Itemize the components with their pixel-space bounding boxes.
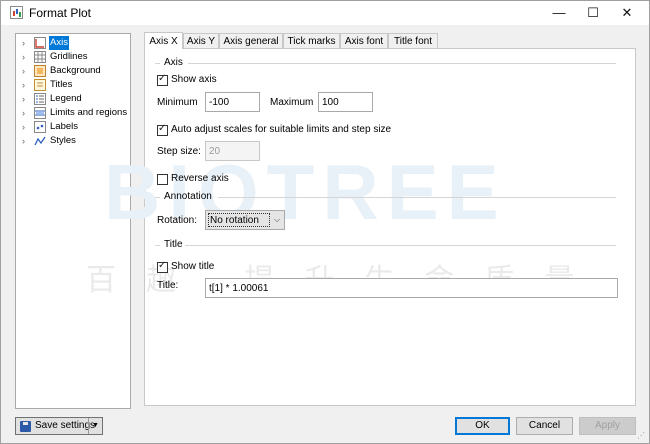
chevron-down-icon[interactable]: ▼ xyxy=(88,418,102,434)
tab-axis-general[interactable]: Axis general xyxy=(219,33,283,49)
legend-icon xyxy=(34,93,46,105)
title-label: Title: xyxy=(157,280,179,291)
reverse-axis-label: Reverse axis xyxy=(171,173,229,184)
auto-adjust-label: Auto adjust scales for suitable limits a… xyxy=(171,124,392,135)
auto-adjust-checkbox[interactable] xyxy=(157,123,168,136)
format-plot-dialog: Format Plot — ☐ ✕ › Axis › Gridlines › B… xyxy=(0,0,650,444)
gridlines-icon xyxy=(34,51,46,63)
window-title: Format Plot xyxy=(29,6,92,20)
tree-item-label: Styles xyxy=(50,135,76,146)
background-icon xyxy=(34,65,46,77)
show-axis-label: Show axis xyxy=(171,74,217,85)
chevron-right-icon[interactable]: › xyxy=(22,36,30,50)
ok-button[interactable]: OK xyxy=(455,417,510,435)
tree-item-label: Legend xyxy=(50,93,82,104)
chevron-right-icon[interactable]: › xyxy=(22,120,30,134)
chevron-right-icon[interactable]: › xyxy=(22,92,30,106)
group-separator xyxy=(185,245,616,246)
maximize-icon[interactable]: ☐ xyxy=(575,1,611,25)
tree-item-styles[interactable]: › Styles xyxy=(20,134,130,148)
tree-item-label: Titles xyxy=(50,79,73,90)
group-separator xyxy=(155,63,160,64)
step-size-label: Step size: xyxy=(157,146,201,157)
tree-item-label: Background xyxy=(50,65,101,76)
reverse-axis-checkbox[interactable] xyxy=(157,174,168,185)
limits-icon xyxy=(34,107,46,119)
tree-item-titles[interactable]: › Titles xyxy=(20,78,130,92)
group-separator xyxy=(188,63,616,64)
title-input[interactable]: t[1] * 1.00061 xyxy=(205,278,618,298)
tree-item-labels[interactable]: › Labels xyxy=(20,120,130,134)
minimize-icon[interactable]: — xyxy=(541,1,577,25)
chevron-right-icon[interactable]: › xyxy=(22,64,30,78)
tree-item-background[interactable]: › Background xyxy=(20,64,130,78)
minimum-input[interactable]: -100 xyxy=(205,92,260,112)
rotation-selected-value: No rotation xyxy=(208,213,270,227)
chevron-right-icon[interactable]: › xyxy=(22,106,30,120)
labels-icon xyxy=(34,121,46,133)
close-icon[interactable]: ✕ xyxy=(609,1,645,25)
group-separator xyxy=(218,197,616,198)
tree-item-label: Labels xyxy=(50,121,78,132)
tree-item-label: Gridlines xyxy=(50,51,88,62)
maximum-input[interactable]: 100 xyxy=(318,92,373,112)
axis-icon xyxy=(34,37,46,49)
titles-icon xyxy=(34,79,46,91)
tree-item-label: Axis xyxy=(49,36,69,50)
chevron-down-icon[interactable]: ⌵ xyxy=(270,211,284,229)
tree-item-label: Limits and regions xyxy=(50,107,128,118)
tab-title-font[interactable]: Title font xyxy=(388,33,438,49)
apply-button[interactable]: Apply xyxy=(579,417,636,435)
rotation-select[interactable]: No rotation ⌵ xyxy=(205,210,285,230)
show-title-checkbox[interactable] xyxy=(157,260,168,273)
save-settings-button[interactable]: Save settings ▼ xyxy=(15,417,103,435)
rotation-label: Rotation: xyxy=(157,215,198,226)
maximum-label: Maximum xyxy=(270,97,314,108)
tab-axis-font[interactable]: Axis font xyxy=(340,33,388,49)
group-separator xyxy=(155,245,160,246)
chevron-right-icon[interactable]: › xyxy=(22,78,30,92)
resize-grip-icon[interactable]: ⋰ xyxy=(637,431,647,441)
tab-axis-x[interactable]: Axis X xyxy=(144,32,183,49)
step-size-input[interactable]: 20 xyxy=(205,141,260,161)
chevron-right-icon[interactable]: › xyxy=(22,50,30,64)
chevron-right-icon[interactable]: › xyxy=(22,134,30,148)
cancel-button[interactable]: Cancel xyxy=(516,417,573,435)
tree-item-limits-and-regions[interactable]: › Limits and regions xyxy=(20,106,130,120)
annotation-group-title: Annotation xyxy=(164,191,212,202)
tree-item-axis[interactable]: › Axis xyxy=(20,36,130,50)
tab-tick-marks[interactable]: Tick marks xyxy=(283,33,340,49)
tab-axis-y[interactable]: Axis Y xyxy=(183,33,219,49)
tree-item-legend[interactable]: › Legend xyxy=(20,92,130,106)
settings-tree: › Axis › Gridlines › Background › Titles… xyxy=(15,33,131,409)
tree-item-gridlines[interactable]: › Gridlines xyxy=(20,50,130,64)
minimum-label: Minimum xyxy=(157,97,198,108)
axis-group-title: Axis xyxy=(164,57,183,68)
show-axis-checkbox[interactable] xyxy=(157,73,168,86)
title-bar[interactable]: Format Plot — ☐ ✕ xyxy=(1,1,649,25)
tab-panel-axis-x: BIOTREE 百趣 提升生命质量 Axis Show axis Minimum… xyxy=(86,48,636,406)
styles-icon xyxy=(34,135,46,147)
group-separator xyxy=(155,197,160,198)
show-title-label: Show title xyxy=(171,261,215,272)
plot-app-icon xyxy=(10,6,23,19)
save-settings-label: Save settings xyxy=(35,420,96,431)
save-icon xyxy=(20,421,31,432)
title-group-title: Title xyxy=(164,239,183,250)
